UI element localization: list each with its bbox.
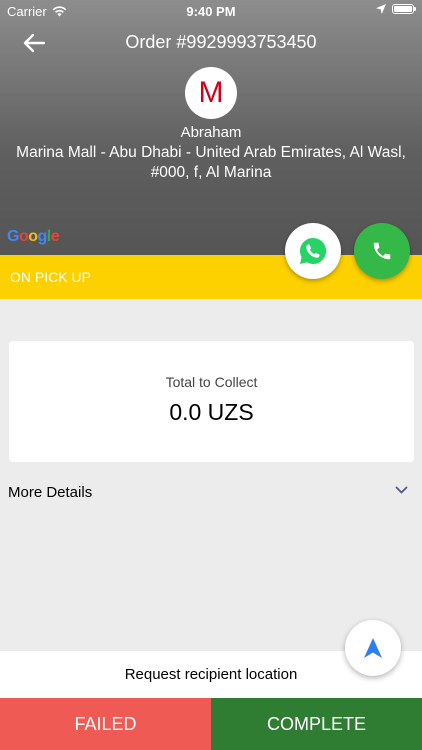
order-status: ON PICK UP [10, 269, 91, 285]
customer-name: Abraham [180, 124, 242, 141]
arrow-left-icon[interactable] [22, 32, 46, 54]
navigate-button[interactable] [345, 620, 401, 676]
battery-icon [392, 4, 416, 14]
customer-address: Marina Mall - Abu Dhabi - United Arab Em… [16, 144, 406, 181]
complete-button[interactable]: COMPLETE [211, 698, 422, 750]
clock: 9:40 PM [186, 4, 236, 19]
collect-amount: 0.0 UZS [169, 399, 254, 425]
collect-label: Total to Collect [165, 374, 258, 390]
failed-button[interactable]: FAILED [0, 698, 211, 750]
google-logo: Google [7, 228, 60, 245]
more-details-label: More Details [8, 484, 93, 501]
whatsapp-button[interactable] [285, 223, 341, 279]
avatar-letter: M [198, 76, 224, 109]
call-button[interactable] [354, 223, 410, 279]
battery-level [394, 6, 412, 12]
phone-icon [373, 242, 391, 260]
location-arrow-icon [376, 4, 386, 14]
navigation-arrow-icon [364, 638, 382, 658]
more-details-toggle[interactable]: More Details [0, 476, 422, 508]
order-header: Carrier 9:40 PM Order #9929993753450 M A… [0, 0, 422, 255]
collect-card: Total to Collect 0.0 UZS [9, 341, 414, 462]
chevron-down-icon [395, 486, 408, 494]
status-bar: Carrier 9:40 PM [0, 0, 422, 22]
page-title: Order #9929993753450 [125, 32, 317, 52]
whatsapp-icon [299, 237, 327, 264]
avatar: M [185, 67, 237, 119]
